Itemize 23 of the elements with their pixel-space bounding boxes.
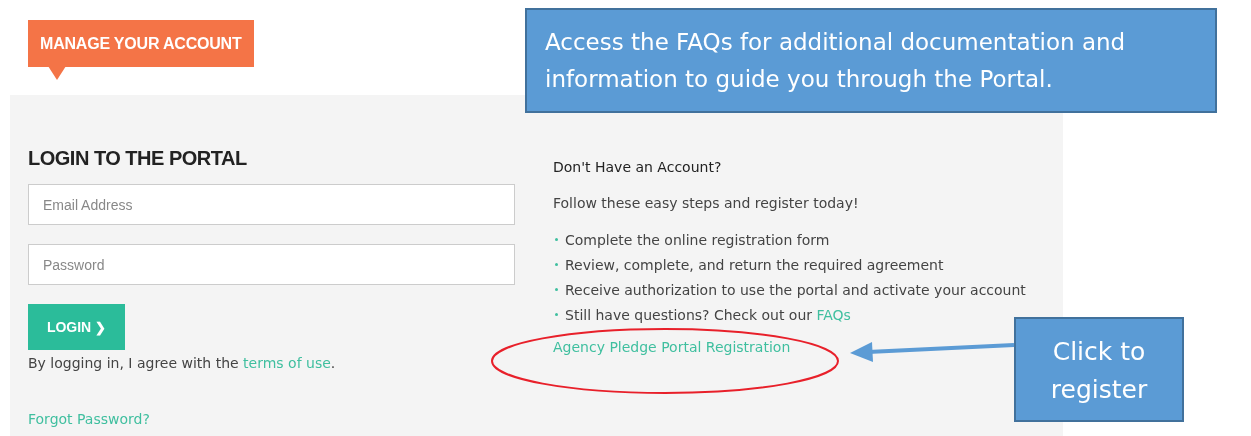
step-text: Complete the online registration form: [565, 231, 830, 248]
login-button[interactable]: LOGIN ❯: [28, 304, 125, 350]
terms-link[interactable]: terms of use: [243, 355, 331, 371]
faqs-link[interactable]: FAQs: [816, 306, 851, 323]
step-text: Receive authorization to use the portal and activate your account: [565, 281, 1026, 298]
callout-box: Access the FAQs for additional documentation and information to guide you through the Portal.: [525, 8, 1217, 113]
bullet-icon: [555, 238, 558, 241]
callout-box: Click to register: [1014, 317, 1184, 422]
bullet-icon: [555, 263, 558, 266]
step-text: Still have questions? Check out our FAQs: [565, 306, 851, 323]
agreement-text: By logging in, I agree with the terms of use.: [28, 355, 336, 371]
input-field[interactable]: Email Address: [28, 184, 515, 225]
intro-text: Follow these easy steps and register today!: [553, 195, 860, 211]
tag-pointer: [48, 66, 66, 80]
register-heading: Don't Have an Account?: [553, 159, 723, 175]
step-text: Review, complete, and return the required agreement: [565, 256, 944, 273]
bullet-icon: [555, 288, 558, 291]
login-heading: LOGIN TO THE PORTAL: [28, 147, 247, 170]
header-tag: MANAGE YOUR ACCOUNT: [28, 20, 254, 67]
bullet-icon: [555, 313, 558, 316]
input-field[interactable]: Password: [28, 244, 515, 285]
forgot-password-link[interactable]: Forgot Password?: [28, 411, 150, 427]
registration-link[interactable]: Agency Pledge Portal Registration: [553, 339, 791, 355]
